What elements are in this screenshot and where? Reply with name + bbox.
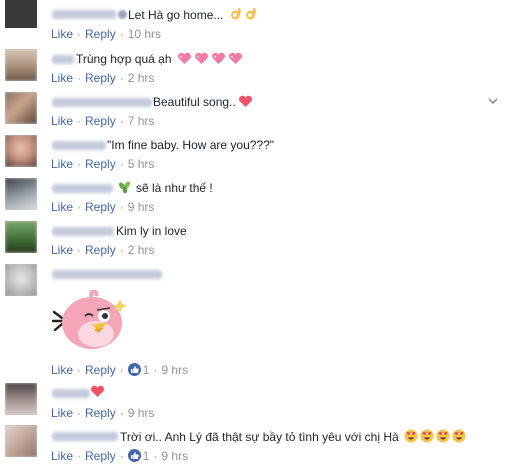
sparkling-heart-icon bbox=[228, 52, 243, 68]
timestamp[interactable]: 7 hrs bbox=[128, 114, 155, 128]
comment-actions: Like · Reply · 2 hrs bbox=[51, 243, 155, 257]
reply-link[interactable]: Reply bbox=[85, 200, 116, 214]
commenter-name-blurred[interactable] bbox=[52, 389, 90, 398]
reply-link[interactable]: Reply bbox=[85, 71, 116, 85]
timestamp[interactable]: 2 hrs bbox=[128, 71, 155, 85]
ok-hand-icon bbox=[229, 7, 242, 24]
heart-icon bbox=[90, 385, 105, 401]
sparkling-heart-icon bbox=[211, 52, 226, 68]
commenter-name-blurred[interactable] bbox=[52, 227, 114, 236]
timestamp[interactable]: 2 hrs bbox=[128, 243, 155, 257]
avatar[interactable] bbox=[5, 135, 37, 167]
comment-actions: Like · Reply · 5 hrs bbox=[51, 157, 155, 171]
timestamp[interactable]: 9 hrs bbox=[128, 406, 155, 420]
like-link[interactable]: Like bbox=[51, 449, 73, 463]
timestamp[interactable]: 9 hrs bbox=[161, 363, 188, 377]
comment-text: Kim ly in love bbox=[116, 224, 187, 238]
like-link[interactable]: Like bbox=[51, 114, 73, 128]
comment-actions: Like · Reply · 1 · 9 hrs bbox=[51, 449, 189, 463]
comment-text: Let Hà go home... bbox=[118, 7, 257, 24]
avatar[interactable] bbox=[5, 49, 37, 81]
like-link[interactable]: Like bbox=[51, 27, 73, 41]
comment-text: Beautiful song.. bbox=[153, 95, 253, 111]
commenter-name-blurred[interactable] bbox=[52, 55, 74, 64]
herb-icon bbox=[118, 181, 132, 197]
avatar[interactable] bbox=[5, 264, 37, 296]
sparkling-heart-icon bbox=[194, 52, 209, 68]
comment-text: Trùng hợp quá ạh bbox=[76, 52, 243, 68]
reply-link[interactable]: Reply bbox=[85, 449, 116, 463]
reply-link[interactable]: Reply bbox=[85, 27, 116, 41]
like-link[interactable]: Like bbox=[51, 363, 73, 377]
avatar[interactable] bbox=[5, 383, 37, 415]
comment-text: "Im fine baby. How are you???" bbox=[107, 138, 275, 152]
like-reaction-icon[interactable] bbox=[127, 449, 141, 462]
like-link[interactable]: Like bbox=[51, 243, 73, 257]
comment-text: Trời ơi.. Anh Lý đã thật sự bầy tỏ tình … bbox=[120, 429, 466, 446]
angry-bird-pink-sticker[interactable] bbox=[51, 289, 136, 352]
comment-actions: Like · Reply · 7 hrs bbox=[51, 114, 155, 128]
commenter-name-blurred[interactable] bbox=[52, 270, 162, 279]
reply-link[interactable]: Reply bbox=[85, 363, 116, 377]
reply-link[interactable]: Reply bbox=[85, 243, 116, 257]
comment-actions: Like · Reply · 1 · 9 hrs bbox=[51, 363, 189, 377]
avatar[interactable] bbox=[5, 425, 37, 457]
comment-actions: Like · Reply · 9 hrs bbox=[51, 406, 155, 420]
heart-eyes-icon bbox=[420, 429, 434, 446]
avatar[interactable] bbox=[5, 0, 37, 28]
like-link[interactable]: Like bbox=[51, 406, 73, 420]
commenter-name-blurred[interactable] bbox=[52, 98, 152, 107]
heart-eyes-icon bbox=[436, 429, 450, 446]
timestamp[interactable]: 9 hrs bbox=[161, 449, 188, 463]
commenter-name-blurred[interactable] bbox=[52, 184, 113, 193]
sparkling-heart-icon bbox=[177, 52, 192, 68]
avatar[interactable] bbox=[5, 221, 37, 253]
reply-link[interactable]: Reply bbox=[85, 114, 116, 128]
like-link[interactable]: Like bbox=[51, 71, 73, 85]
commenter-name-blurred[interactable] bbox=[52, 141, 106, 150]
like-link[interactable]: Like bbox=[51, 157, 73, 171]
heart-icon bbox=[238, 95, 253, 111]
comment-actions: Like · Reply · 10 hrs bbox=[51, 27, 162, 41]
like-link[interactable]: Like bbox=[51, 200, 73, 214]
reply-link[interactable]: Reply bbox=[85, 157, 116, 171]
comment-actions: Like · Reply · 2 hrs bbox=[51, 71, 155, 85]
heart-eyes-icon bbox=[452, 429, 466, 446]
timestamp[interactable]: 10 hrs bbox=[128, 27, 161, 41]
commenter-name-blurred[interactable] bbox=[52, 432, 118, 441]
like-reaction-icon[interactable] bbox=[127, 363, 141, 376]
commenter-name-blurred[interactable] bbox=[52, 10, 116, 19]
comment-text bbox=[90, 385, 105, 401]
heart-eyes-icon bbox=[404, 429, 418, 446]
timestamp[interactable]: 5 hrs bbox=[128, 157, 155, 171]
reply-link[interactable]: Reply bbox=[85, 406, 116, 420]
avatar[interactable] bbox=[5, 92, 37, 124]
timestamp[interactable]: 9 hrs bbox=[128, 200, 155, 214]
ok-hand-icon bbox=[244, 7, 257, 24]
comment-text: sẽ là như thế ! bbox=[118, 181, 213, 197]
comment-actions: Like · Reply · 9 hrs bbox=[51, 200, 155, 214]
avatar[interactable] bbox=[5, 178, 37, 210]
chevron-down-icon[interactable] bbox=[488, 94, 498, 108]
